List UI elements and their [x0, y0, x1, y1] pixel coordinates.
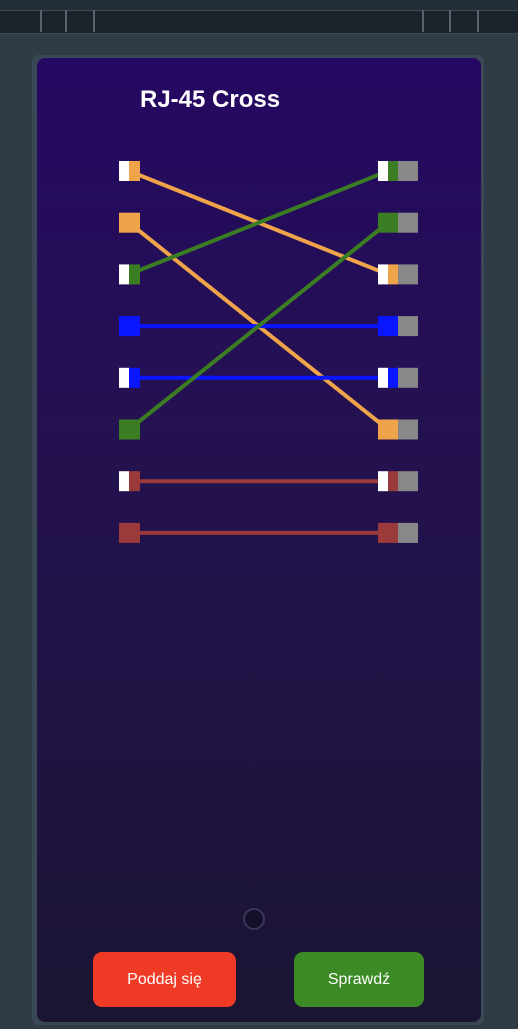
left-pin-7[interactable] [119, 471, 140, 492]
right-pin-7[interactable] [378, 471, 418, 492]
surrender-button[interactable]: Poddaj się [93, 952, 236, 1007]
right-pin-8[interactable] [378, 522, 418, 543]
right-pin-3[interactable] [378, 264, 418, 285]
left-pin-5[interactable] [119, 367, 140, 388]
left-pin-8[interactable] [119, 522, 140, 543]
left-pin-2[interactable] [119, 212, 140, 233]
right-pin-2[interactable] [378, 212, 418, 233]
right-pin-1[interactable] [378, 161, 418, 181]
left-pin-1[interactable] [119, 161, 140, 181]
drag-handle[interactable] [243, 908, 265, 930]
left-pin-6[interactable] [119, 419, 140, 440]
left-pin-3[interactable] [119, 264, 140, 285]
wiring-board [119, 161, 418, 543]
left-pin-4[interactable] [119, 316, 140, 337]
right-pin-4[interactable] [378, 316, 418, 337]
check-button[interactable]: Sprawdź [294, 952, 424, 1007]
right-pin-6[interactable] [378, 419, 418, 440]
right-pin-5[interactable] [378, 367, 418, 388]
